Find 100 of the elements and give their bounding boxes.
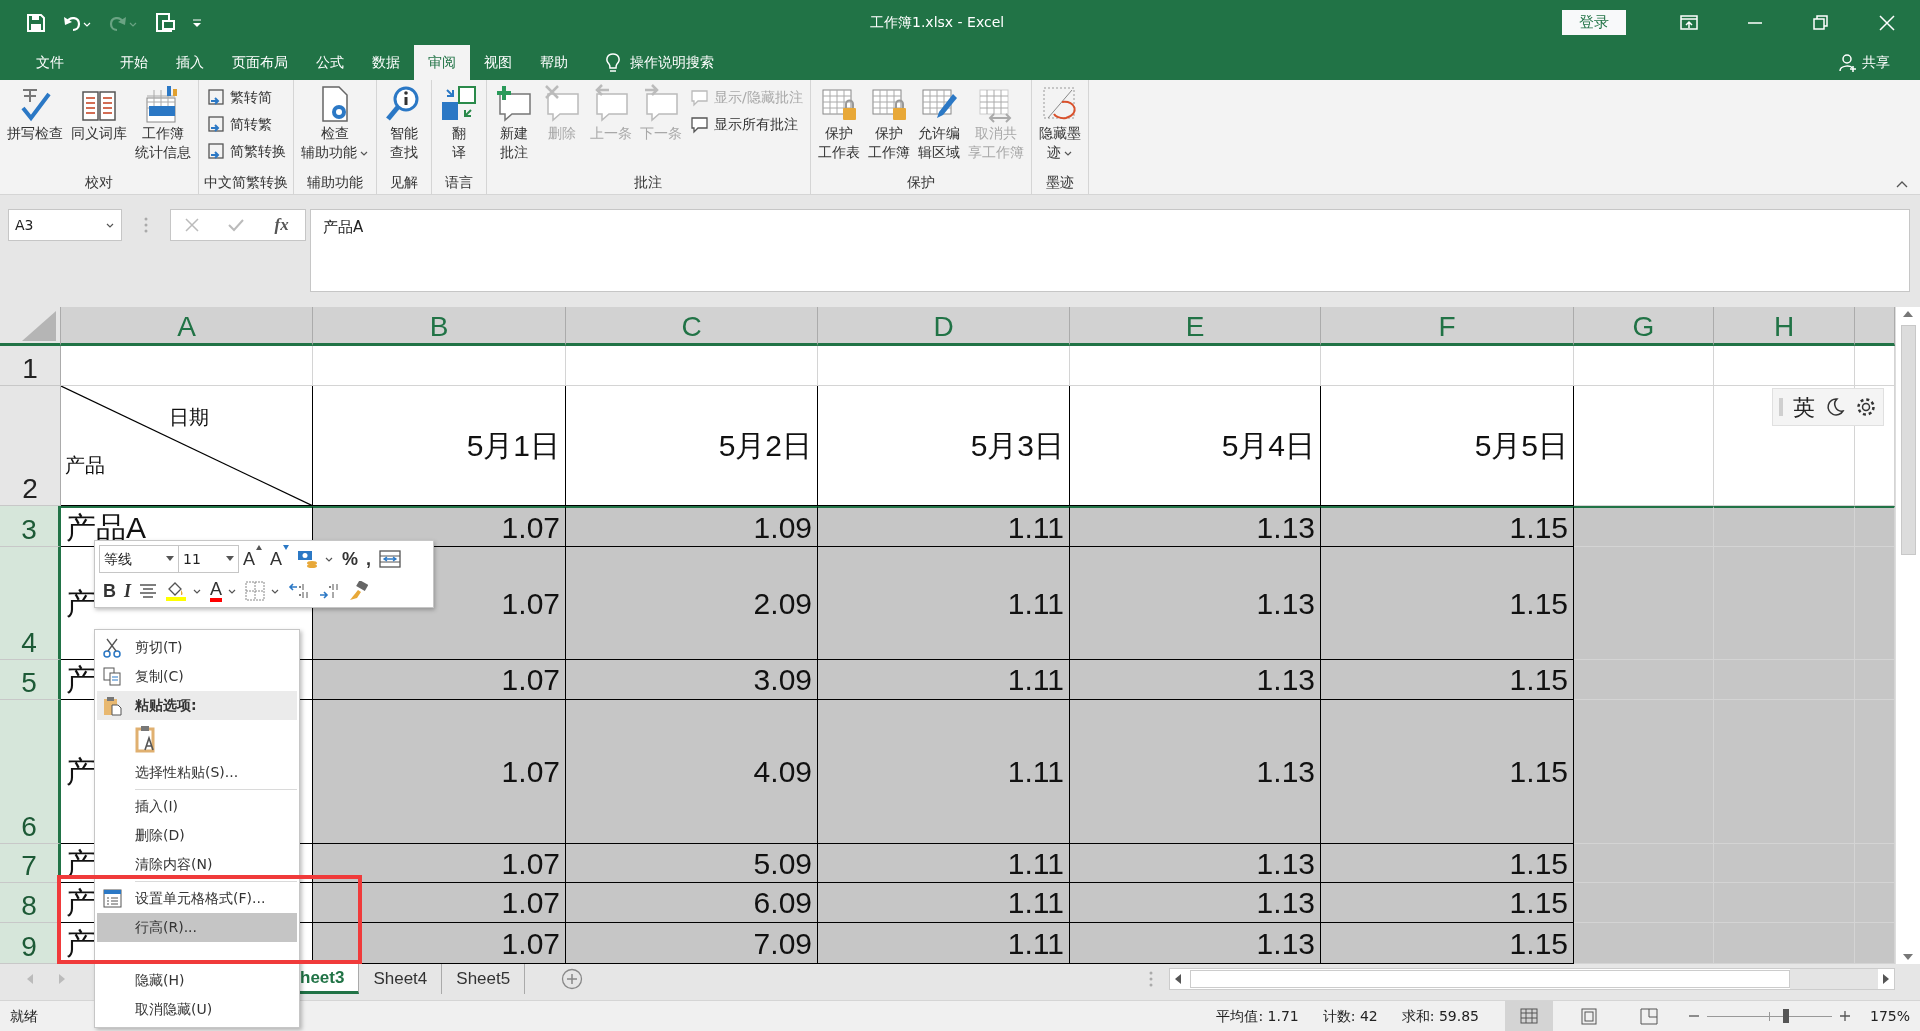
sheet-tab[interactable]: Sheet4 — [359, 964, 443, 994]
increase-font-button[interactable]: A — [239, 545, 266, 573]
normal-view-icon[interactable] — [1519, 1007, 1538, 1025]
name-box[interactable]: A3 — [8, 209, 122, 241]
row-header[interactable]: 3 — [0, 506, 61, 547]
italic-button[interactable]: I — [120, 577, 135, 605]
horizontal-scrollbar[interactable] — [1169, 968, 1895, 990]
ribbon-tab[interactable]: 帮助 — [526, 45, 582, 80]
column-header[interactable]: D — [818, 307, 1070, 346]
restore-icon[interactable] — [1811, 13, 1831, 33]
convert-icon — [206, 141, 226, 162]
row-header[interactable]: 4 — [0, 547, 61, 660]
add-sheet-icon[interactable] — [561, 968, 584, 990]
format-cells-icon — [103, 889, 123, 909]
ribbon-button[interactable]: 简转繁 — [203, 113, 289, 136]
table-cell — [1855, 506, 1895, 547]
ribbon-button[interactable]: 拼写检查 — [4, 84, 66, 172]
page-break-icon[interactable] — [1639, 1007, 1658, 1025]
ribbon-tab[interactable]: 页面布局 — [218, 45, 302, 80]
ribbon-button[interactable]: 检查 辅助功能 — [298, 84, 372, 172]
copy-icon — [103, 667, 123, 687]
ribbon-tab[interactable]: 插入 — [162, 45, 218, 80]
slider-thumb[interactable] — [1782, 1009, 1789, 1023]
vertical-scrollbar[interactable] — [1895, 307, 1920, 964]
scroll-thumb[interactable] — [1900, 325, 1916, 555]
ribbon-button[interactable]: 工作簿 统计信息 — [132, 84, 194, 172]
ribbon-button[interactable]: 简繁转换 — [203, 140, 289, 163]
ribbon-button[interactable]: 隐藏墨 迹 — [1035, 84, 1084, 172]
ribbon-tab[interactable]: 公式 — [302, 45, 358, 80]
ribbon-button[interactable]: 新建 批注 — [491, 84, 537, 172]
zoom-slider[interactable] — [1706, 1009, 1832, 1023]
print-preview-icon[interactable] — [154, 11, 176, 34]
ribbon-display-icon[interactable] — [1679, 13, 1699, 33]
column-header[interactable]: G — [1574, 307, 1714, 346]
comma-style-button[interactable]: , — [362, 545, 376, 573]
column-header[interactable]: F — [1321, 307, 1574, 346]
login-button[interactable]: 登录 — [1562, 10, 1626, 35]
insert-function-button[interactable]: fx — [272, 212, 291, 238]
column-header[interactable]: C — [566, 307, 818, 346]
caret-icon — [106, 221, 115, 229]
row-header[interactable]: 5 — [0, 660, 61, 700]
column-header[interactable]: B — [313, 307, 566, 346]
menu-item[interactable]: 行高(R)... — [97, 913, 297, 942]
settings-icon[interactable] — [1855, 396, 1877, 418]
save-icon[interactable] — [26, 12, 46, 33]
menu-section-header[interactable]: 粘贴选项: — [97, 691, 297, 720]
scroll-down-icon[interactable] — [1903, 954, 1913, 960]
font-dropdown[interactable]: 等线 — [99, 545, 179, 573]
row-header[interactable]: 6 — [0, 700, 61, 844]
group-label: 批注 — [633, 173, 664, 192]
caret-icon — [166, 556, 174, 562]
ribbon-button[interactable]: 允许编 辑区域 — [914, 84, 963, 172]
ribbon-tab[interactable]: 文件 — [22, 45, 78, 80]
column-header[interactable]: E — [1070, 307, 1321, 346]
close-icon[interactable] — [1877, 13, 1897, 33]
bold-button[interactable]: B — [99, 577, 120, 605]
zoom-level[interactable]: 175% — [1869, 1005, 1910, 1027]
decrease-font-button[interactable]: A — [266, 545, 294, 573]
language-toggle[interactable]: 英 — [1793, 390, 1815, 424]
share-button[interactable]: 共享 — [1862, 52, 1890, 73]
column-header[interactable]: A — [61, 307, 313, 346]
ribbon-button[interactable]: 同义词库 — [68, 84, 130, 172]
percent-button[interactable]: % — [338, 545, 363, 573]
row-header[interactable]: 2 — [0, 386, 61, 506]
ribbon-tab[interactable]: 视图 — [470, 45, 526, 80]
table-cell: 1.13 — [1070, 844, 1321, 883]
caret-icon[interactable] — [1063, 149, 1073, 157]
collapse-ribbon-icon[interactable] — [1896, 180, 1908, 188]
ribbon-button[interactable]: 保护 工作表 — [814, 84, 863, 172]
ribbon-button[interactable]: 保护 工作簿 — [864, 84, 913, 172]
decrease-decimal-icon — [318, 581, 341, 601]
ribbon-button[interactable]: 显示所有批注 — [687, 113, 806, 136]
row-header[interactable]: 7 — [0, 844, 61, 883]
ribbon-button[interactable]: 智能 查找 — [381, 84, 427, 172]
column-header[interactable] — [1855, 307, 1895, 346]
ribbon-button[interactable]: 繁转简 — [203, 86, 289, 109]
ribbon-tab[interactable]: 数据 — [358, 45, 414, 80]
font-color-button[interactable]: A — [206, 577, 242, 605]
group-label: 墨迹 — [1044, 173, 1075, 192]
grip-icon — [1779, 398, 1783, 416]
lightbulb-icon[interactable] — [604, 51, 622, 74]
font-size-dropdown[interactable]: 11 — [179, 545, 239, 573]
customize-caret-icon[interactable] — [192, 17, 202, 28]
ribbon-button[interactable]: 翻 译 — [436, 84, 482, 172]
ribbon-tab[interactable]: 审阅 — [414, 45, 470, 80]
caret-icon[interactable] — [360, 149, 369, 157]
grip-icon — [1149, 971, 1153, 987]
sheet-tab[interactable]: Sheet5 — [442, 964, 526, 994]
tell-me-search[interactable]: 操作说明搜索 — [630, 52, 714, 73]
column-header[interactable]: H — [1714, 307, 1855, 346]
table-cell: 1.07 — [313, 844, 566, 883]
caret-icon — [228, 587, 238, 595]
scroll-up-icon[interactable] — [1903, 311, 1913, 317]
ribbon-tab[interactable]: 开始 — [106, 45, 162, 80]
page-layout-icon[interactable] — [1579, 1007, 1598, 1025]
row-header[interactable]: 1 — [0, 346, 61, 386]
scroll-thumb[interactable] — [1190, 970, 1790, 988]
moon-icon[interactable] — [1825, 397, 1845, 417]
zoom-in-icon[interactable] — [1839, 1011, 1850, 1021]
formula-field[interactable]: 产品A — [310, 209, 1910, 292]
